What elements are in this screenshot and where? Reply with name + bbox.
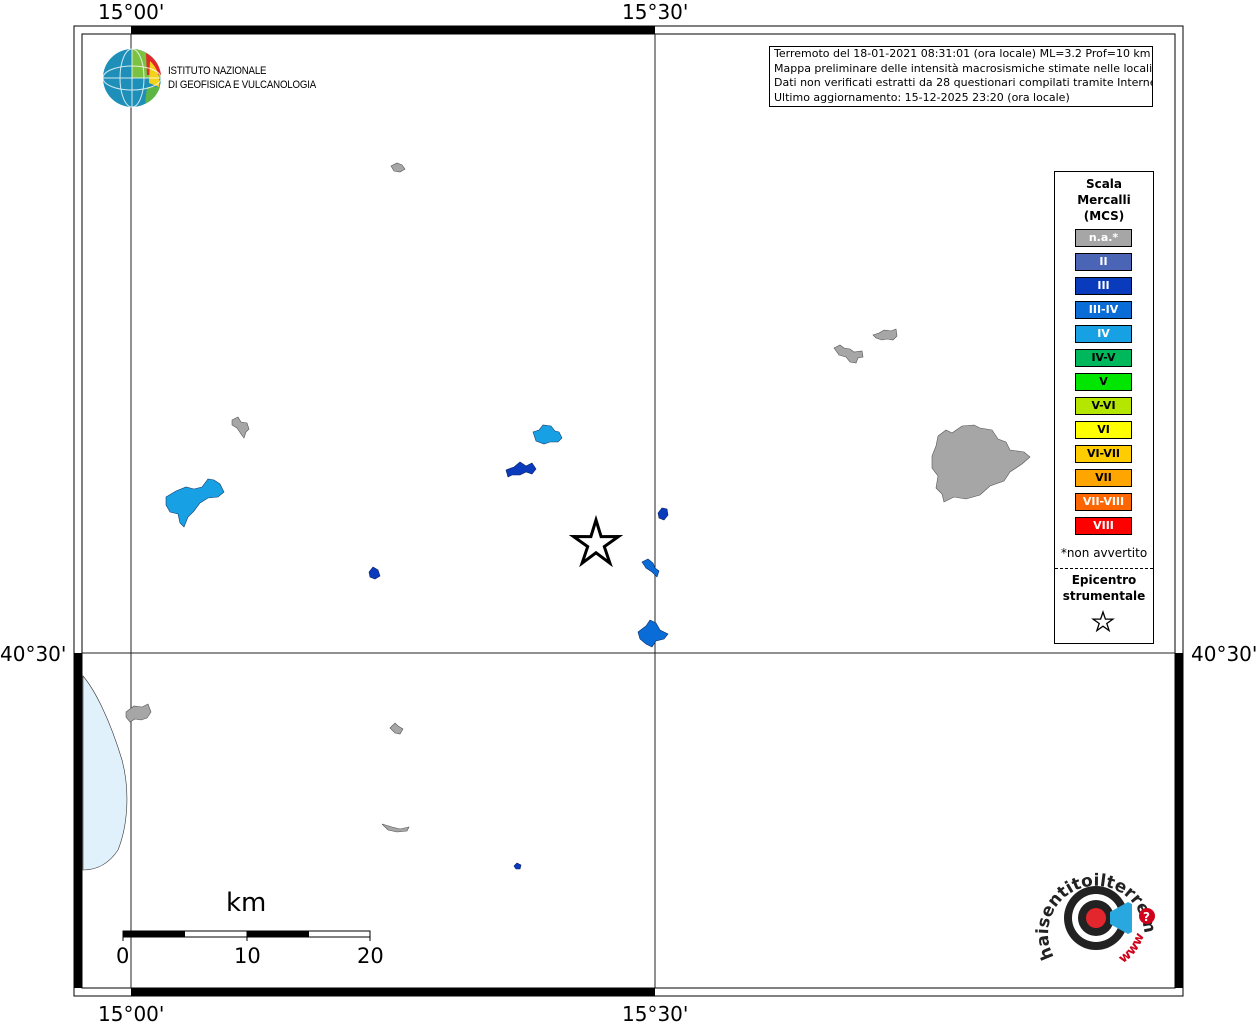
legend-item: II	[1075, 253, 1132, 271]
scale-bar-label-20: 20	[357, 944, 384, 968]
legend-item: IV-V	[1075, 349, 1132, 367]
event-info-line-1: Terremoto del 18-01-2021 08:31:01 (ora l…	[774, 47, 1151, 60]
legend-title-line-2: Mercalli	[1077, 193, 1131, 207]
legend-item: VII	[1075, 469, 1132, 487]
legend-divider	[1055, 568, 1153, 569]
legend-item: n.a.*	[1075, 229, 1132, 247]
localities-intensity-iii-iv	[637, 558, 669, 648]
epicenter-star	[568, 514, 624, 568]
event-info-line-3: Dati non verificati estratti da 28 quest…	[774, 76, 1153, 89]
svg-text:?: ?	[1143, 910, 1150, 924]
institute-line-1: ISTITUTO NAZIONALE	[168, 65, 267, 77]
legend-item: III	[1075, 277, 1132, 295]
haisentito-logo-icon: haisentitoilterremoto.it www. ?	[1032, 852, 1160, 967]
legend-star-icon	[1091, 610, 1115, 633]
localities-not-felt	[125, 162, 1031, 833]
localities-intensity-iv	[165, 424, 563, 528]
legend-item: VIII	[1075, 517, 1132, 535]
legend-title-line-1: Scala	[1085, 177, 1123, 191]
scale-bar	[122, 930, 371, 941]
frame-bar-right	[1175, 653, 1183, 988]
lat-label-right-40-30: 40°30'	[1191, 642, 1256, 666]
legend-item: VII-VIII	[1075, 493, 1132, 511]
map-frame	[73, 25, 1184, 997]
scale-bar-label-10: 10	[234, 944, 261, 968]
lat-label-left-40-30: 40°30'	[0, 642, 67, 666]
sea-area	[82, 675, 128, 871]
localities-intensity-iii	[368, 461, 669, 870]
legend-epicenter-line-1: Epicentro	[1071, 573, 1137, 587]
institute-line-2: DI GEOFISICA E VULCANOLOGIA	[168, 79, 317, 91]
legend-note: *non avvertito	[1060, 546, 1148, 560]
lon-label-bottom-15-00: 15°00'	[98, 1002, 165, 1026]
lon-label-top-15-00: 15°00'	[98, 0, 165, 24]
lon-label-bottom-15-30: 15°30'	[622, 1002, 689, 1026]
legend-item: V-VI	[1075, 397, 1132, 415]
frame-bar-top	[131, 26, 655, 34]
mcs-legend: Scala Mercalli (MCS) n.a.* II III III-IV IV I…	[1054, 171, 1154, 644]
legend-item: VI-VII	[1075, 445, 1132, 463]
event-info-line-4: Ultimo aggiornamento: 15-12-2025 23:20 (…	[774, 90, 1070, 104]
lon-label-top-15-30: 15°30'	[622, 0, 689, 24]
scale-bar-unit: km	[226, 888, 267, 918]
legend-title: Scala Mercalli (MCS)	[1055, 176, 1153, 224]
legend-item: V	[1075, 373, 1132, 391]
scale-bar-label-0: 0	[116, 944, 130, 968]
legend-item: IV	[1075, 325, 1132, 343]
frame-bar-left	[74, 653, 82, 988]
legend-title-line-3: (MCS)	[1083, 209, 1125, 223]
ingv-logo-icon	[102, 48, 162, 108]
institute-name: ISTITUTO NAZIONALE DI GEOFISICA E VULCAN…	[168, 64, 316, 92]
event-info-box: Terremoto del 18-01-2021 08:31:01 (ora l…	[769, 46, 1153, 107]
legend-item: III-IV	[1075, 301, 1132, 319]
legend-epicenter-label: Epicentro strumentale	[1055, 572, 1153, 604]
legend-item: VI	[1075, 421, 1132, 439]
frame-bar-bottom	[131, 988, 655, 996]
legend-epicenter-line-2: strumentale	[1062, 589, 1146, 603]
event-info-line-2: Mappa preliminare delle intensità macros…	[774, 61, 1153, 75]
